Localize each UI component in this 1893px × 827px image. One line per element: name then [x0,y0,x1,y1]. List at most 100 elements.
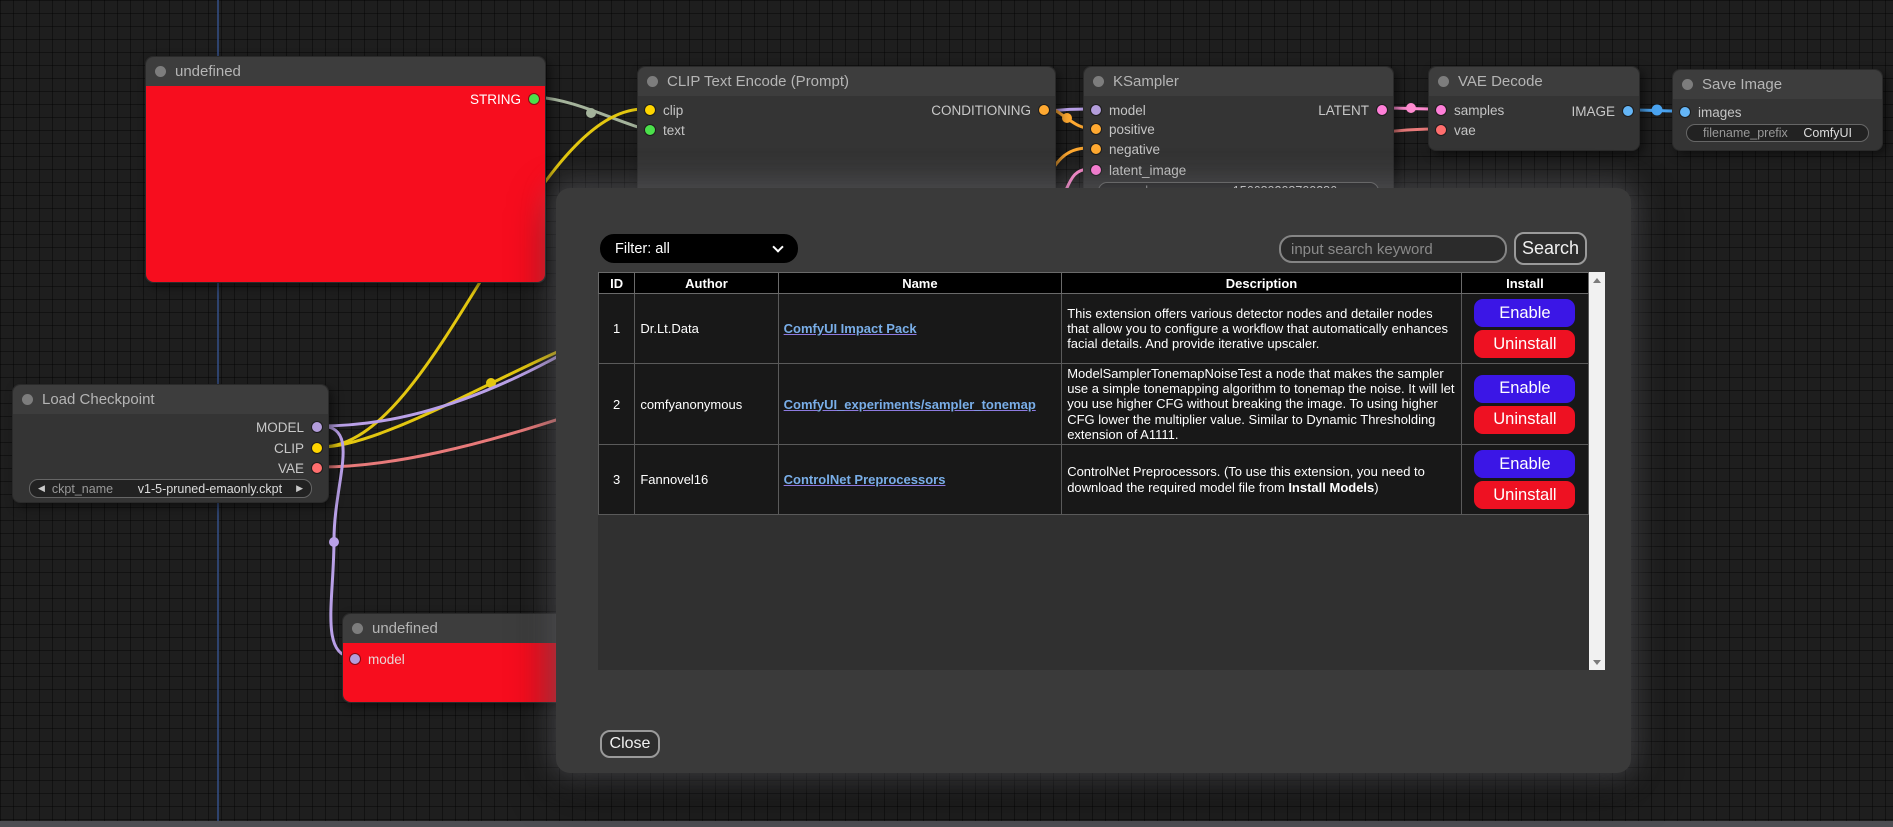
node-undefined-top[interactable]: undefined STRING [145,56,546,283]
node-collapse-dot[interactable] [1093,76,1104,87]
ckpt-widget-value: v1-5-pruned-emaonly.ckpt [138,482,282,496]
scroll-down-icon[interactable] [1589,654,1605,670]
filter-select-wrap: Filter: all [600,234,798,263]
search-button[interactable]: Search [1514,232,1587,265]
node-vae-decode[interactable]: VAE Decode samples vae IMAGE [1428,66,1640,151]
node-collapse-dot[interactable] [647,76,658,87]
node-load-checkpoint[interactable]: Load Checkpoint MODEL CLIP VAE ◀ ckpt_na… [12,384,329,503]
output-port-model[interactable] [312,422,322,432]
manager-dialog: Filter: all Search ID Author Name Descri… [556,188,1631,773]
input-label-model: model [1109,103,1146,118]
header-author: Author [635,273,778,294]
input-label-positive: positive [1109,122,1155,137]
input-label-samples: samples [1454,103,1504,118]
header-name: Name [778,273,1062,294]
node-error-body: model [343,643,579,702]
header-id: ID [599,273,635,294]
widget-arrow-left-icon[interactable]: ◀ [38,484,45,493]
node-title: KSampler [1113,73,1179,90]
node-title: undefined [175,63,241,80]
input-port-positive[interactable] [1091,124,1101,134]
input-port-model[interactable] [1091,105,1101,115]
input-label-images: images [1698,105,1742,120]
node-error-body: STRING [146,86,545,282]
output-label-model: MODEL [256,420,304,435]
output-port-latent[interactable] [1377,105,1387,115]
cell-description: ModelSamplerTonemapNoiseTest a node that… [1062,364,1462,445]
table-row: 3 Fannovel16 ControlNet Preprocessors Co… [599,445,1589,515]
filename-widget-value: ComfyUI [1803,126,1852,140]
node-collapse-dot[interactable] [1438,76,1449,87]
input-label-negative: negative [1109,142,1160,157]
input-port-vae[interactable] [1436,125,1446,135]
filename-prefix-widget[interactable]: filename_prefix ComfyUI [1686,124,1869,142]
table-row: 1 Dr.Lt.Data ComfyUI Impact Pack This ex… [599,294,1589,364]
node-undefined-bottom[interactable]: undefined model [342,613,580,703]
uninstall-button[interactable]: Uninstall [1474,330,1575,358]
description-text: ModelSamplerTonemapNoiseTest a node that… [1067,366,1454,442]
filter-select[interactable]: Filter: all [600,234,798,263]
node-collapse-dot[interactable] [155,66,166,77]
input-label-model: model [368,652,405,667]
output-port-image[interactable] [1623,106,1633,116]
output-label-conditioning: CONDITIONING [931,103,1031,118]
node-collapse-dot[interactable] [22,394,33,405]
input-port-clip[interactable] [645,105,655,115]
cell-id: 2 [599,364,635,445]
output-label-image: IMAGE [1571,104,1615,119]
input-port-samples[interactable] [1436,105,1446,115]
extension-link[interactable]: ComfyUI_experiments/sampler_tonemap [784,397,1036,412]
output-label-vae: VAE [278,461,304,476]
enable-button[interactable]: Enable [1474,299,1575,327]
input-port-text[interactable] [645,125,655,135]
output-label-clip: CLIP [274,441,304,456]
cell-author: Fannovel16 [635,445,778,515]
wire-dot-latent [1406,103,1416,113]
cell-description: This extension offers various detector n… [1062,294,1462,364]
extension-table: ID Author Name Description Install 1 Dr.… [598,272,1589,515]
description-text: This extension offers various detector n… [1067,306,1448,351]
input-label-vae: vae [1454,123,1476,138]
node-collapse-dot[interactable] [352,623,363,634]
input-port-latent-image[interactable] [1091,165,1101,175]
wire-dot-image [1652,105,1663,116]
output-port-clip[interactable] [312,443,322,453]
output-label-latent: LATENT [1318,103,1369,118]
ckpt-name-widget[interactable]: ◀ ckpt_name v1-5-pruned-emaonly.ckpt ▶ [29,479,312,498]
uninstall-button[interactable]: Uninstall [1474,481,1575,509]
input-label-clip: clip [663,103,683,118]
node-title: VAE Decode [1458,73,1543,90]
extension-link[interactable]: ComfyUI Impact Pack [784,321,917,336]
input-label-latent-image: latent_image [1109,163,1186,178]
extension-link[interactable]: ControlNet Preprocessors [784,472,946,487]
header-install: Install [1461,273,1588,294]
input-port-model[interactable] [350,654,360,664]
input-port-negative[interactable] [1091,144,1101,154]
scroll-up-icon[interactable] [1589,272,1605,288]
cell-description: ControlNet Preprocessors. (To use this e… [1062,445,1462,515]
cell-author: Dr.Lt.Data [635,294,778,364]
cell-id: 1 [599,294,635,364]
wire-dot-model [329,537,339,547]
enable-button[interactable]: Enable [1474,375,1575,403]
close-button[interactable]: Close [600,730,660,758]
node-save-image[interactable]: Save Image images filename_prefix ComfyU… [1672,69,1883,151]
filename-widget-label: filename_prefix [1703,126,1788,140]
output-port-conditioning[interactable] [1039,105,1049,115]
output-label-string: STRING [470,92,521,107]
cell-author: comfyanonymous [635,364,778,445]
output-port-string[interactable] [529,94,539,104]
cell-id: 3 [599,445,635,515]
ckpt-widget-label: ckpt_name [52,482,113,496]
table-scrollbar[interactable] [1589,272,1605,670]
output-port-vae[interactable] [312,463,322,473]
header-description: Description [1062,273,1462,294]
search-input[interactable] [1279,235,1507,263]
node-title: Load Checkpoint [42,391,155,408]
input-port-images[interactable] [1680,107,1690,117]
description-bold: Install Models [1288,480,1374,495]
node-collapse-dot[interactable] [1682,79,1693,90]
widget-arrow-right-icon[interactable]: ▶ [296,484,303,493]
enable-button[interactable]: Enable [1474,450,1575,478]
uninstall-button[interactable]: Uninstall [1474,406,1575,434]
